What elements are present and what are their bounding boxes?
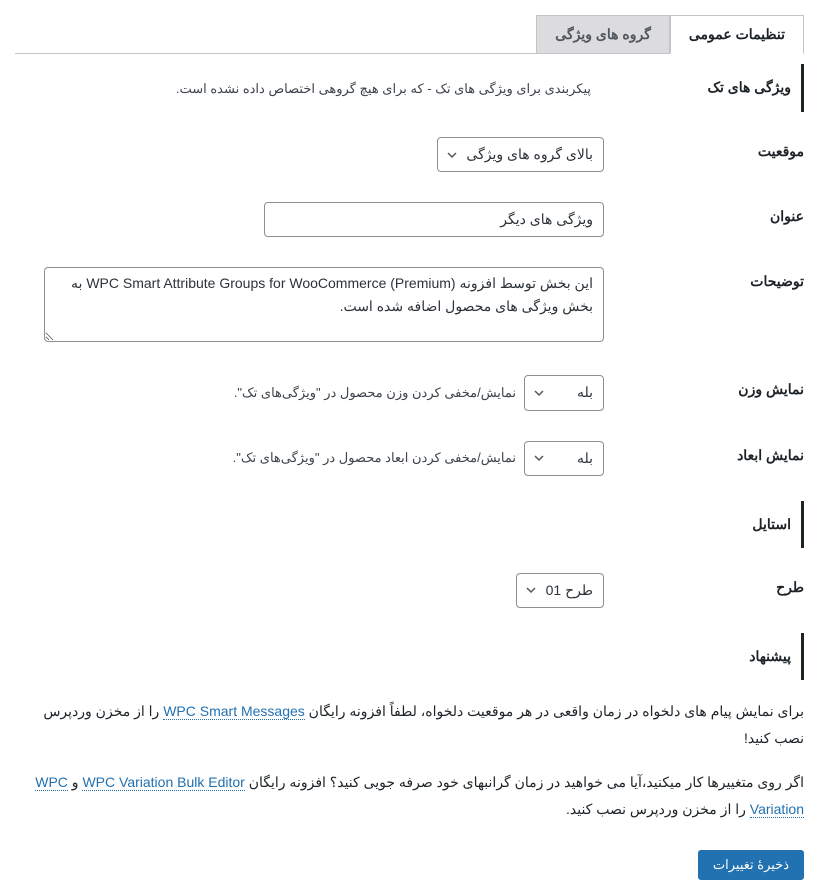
- label-layout: طرح: [604, 573, 804, 596]
- select-show-weight[interactable]: بله: [524, 375, 604, 410]
- textarea-description[interactable]: این بخش توسط افزونه WPC Smart Attribute …: [44, 267, 604, 342]
- section-desc: پیکربندی برای ویژگی های تک - که برای هیچ…: [31, 81, 591, 97]
- section-style-title: استایل: [591, 516, 791, 533]
- section-suggestion: پیشنهاد: [15, 633, 804, 680]
- row-description: توضیحات این بخش توسط افزونه WPC Smart At…: [15, 252, 804, 360]
- label-show-dimensions: نمایش ابعاد: [604, 441, 804, 464]
- label-position: موقعیت: [604, 137, 804, 160]
- row-show-dimensions: نمایش ابعاد بله نمایش/مخفی کردن ابعاد مح…: [15, 426, 804, 491]
- row-position: موقعیت بالای گروه های ویژگی: [15, 122, 804, 187]
- promo-smart-messages: برای نمایش پیام های دلخواه در زمان واقعی…: [15, 698, 804, 751]
- section-title: ویژگی های تک: [591, 79, 791, 96]
- row-title: عنوان: [15, 187, 804, 252]
- label-title: عنوان: [604, 202, 804, 225]
- select-layout[interactable]: طرح 01: [516, 573, 604, 608]
- label-show-weight: نمایش وزن: [604, 375, 804, 398]
- save-button[interactable]: ذخیرهٔ تغییرات: [698, 850, 804, 880]
- select-position[interactable]: بالای گروه های ویژگی: [437, 137, 604, 172]
- section-suggestion-title: پیشنهاد: [591, 648, 791, 665]
- desc-show-weight: نمایش/مخفی کردن وزن محصول در "ویژگی‌های …: [234, 385, 516, 401]
- input-title[interactable]: [264, 202, 604, 237]
- row-show-weight: نمایش وزن بله نمایش/مخفی کردن وزن محصول …: [15, 360, 804, 425]
- select-show-dimensions[interactable]: بله: [524, 441, 604, 476]
- settings-tabs: تنظیمات عمومی گروه های ویژگی: [15, 15, 804, 54]
- tab-attribute-groups[interactable]: گروه های ویژگی: [536, 15, 670, 53]
- label-description: توضیحات: [604, 267, 804, 290]
- promo-variation-editor: اگر روی متغییرها کار میکنید،آیا می خواهی…: [15, 769, 804, 822]
- link-wpc-smart-messages[interactable]: WPC Smart Messages: [163, 703, 305, 720]
- row-layout: طرح طرح 01: [15, 558, 804, 623]
- link-wpc-variation-bulk-editor[interactable]: WPC Variation Bulk Editor: [82, 774, 244, 791]
- section-single-attributes: ویژگی های تک پیکربندی برای ویژگی های تک …: [15, 64, 804, 112]
- section-style: استایل: [15, 501, 804, 548]
- desc-show-dimensions: نمایش/مخفی کردن ابعاد محصول در "ویژگی‌ها…: [233, 450, 516, 466]
- tab-general[interactable]: تنظیمات عمومی: [670, 15, 804, 54]
